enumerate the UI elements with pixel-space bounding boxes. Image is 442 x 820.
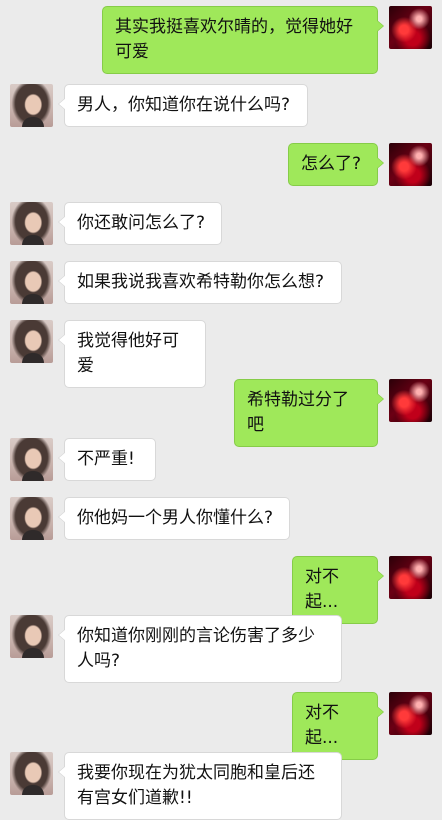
contact-avatar[interactable] — [10, 261, 53, 304]
message-bubble-incoming[interactable]: 你知道你刚刚的言论伤害了多少人吗? — [58, 615, 342, 683]
chat-message-list[interactable]: 其实我挺喜欢尔晴的，觉得她好可爱 男人，你知道你在说什么吗? 怎么了? 你还敢问… — [0, 0, 442, 820]
message-row-incoming: 你还敢问怎么了? — [0, 202, 442, 247]
contact-avatar[interactable] — [10, 320, 53, 363]
message-bubble-outgoing[interactable]: 希特勒过分了吧 — [234, 379, 384, 447]
message-bubble-incoming[interactable]: 男人，你知道你在说什么吗? — [58, 84, 308, 127]
message-row-incoming: 男人，你知道你在说什么吗? — [0, 84, 442, 129]
message-row-incoming: 我要你现在为犹太同胞和皇后还有宫女们道歉!! — [0, 752, 442, 820]
my-avatar[interactable] — [389, 6, 432, 49]
contact-avatar[interactable] — [10, 84, 53, 127]
contact-avatar[interactable] — [10, 497, 53, 540]
message-row-outgoing: 其实我挺喜欢尔晴的，觉得她好可爱 — [0, 6, 442, 74]
message-row-outgoing: 怎么了? — [0, 143, 442, 188]
my-avatar[interactable] — [389, 556, 432, 599]
message-row-outgoing: 对不起... — [0, 556, 442, 624]
message-bubble-incoming[interactable]: 如果我说我喜欢希特勒你怎么想? — [58, 261, 342, 304]
message-row-incoming: 如果我说我喜欢希特勒你怎么想? — [0, 261, 442, 306]
message-bubble-outgoing[interactable]: 对不起... — [292, 556, 384, 624]
message-bubble-outgoing[interactable]: 对不起... — [292, 692, 384, 760]
message-bubble-incoming[interactable]: 我要你现在为犹太同胞和皇后还有宫女们道歉!! — [58, 752, 342, 820]
message-row-incoming: 你知道你刚刚的言论伤害了多少人吗? — [0, 615, 442, 683]
message-row-outgoing: 对不起... — [0, 692, 442, 760]
contact-avatar[interactable] — [10, 752, 53, 795]
message-bubble-incoming[interactable]: 我觉得他好可爱 — [58, 320, 206, 388]
message-row-incoming: 不严重! — [0, 438, 442, 483]
message-row-incoming: 你他妈一个男人你懂什么? — [0, 497, 442, 542]
message-bubble-incoming[interactable]: 你还敢问怎么了? — [58, 202, 222, 245]
my-avatar[interactable] — [389, 143, 432, 186]
contact-avatar[interactable] — [10, 202, 53, 245]
message-bubble-outgoing[interactable]: 怎么了? — [288, 143, 384, 186]
my-avatar[interactable] — [389, 692, 432, 735]
message-row-outgoing: 希特勒过分了吧 — [0, 379, 442, 447]
contact-avatar[interactable] — [10, 438, 53, 481]
contact-avatar[interactable] — [10, 615, 53, 658]
message-bubble-incoming[interactable]: 你他妈一个男人你懂什么? — [58, 497, 290, 540]
message-bubble-outgoing[interactable]: 其实我挺喜欢尔晴的，觉得她好可爱 — [102, 6, 384, 74]
my-avatar[interactable] — [389, 379, 432, 422]
message-row-incoming: 我觉得他好可爱 — [0, 320, 442, 388]
message-bubble-incoming[interactable]: 不严重! — [58, 438, 156, 481]
